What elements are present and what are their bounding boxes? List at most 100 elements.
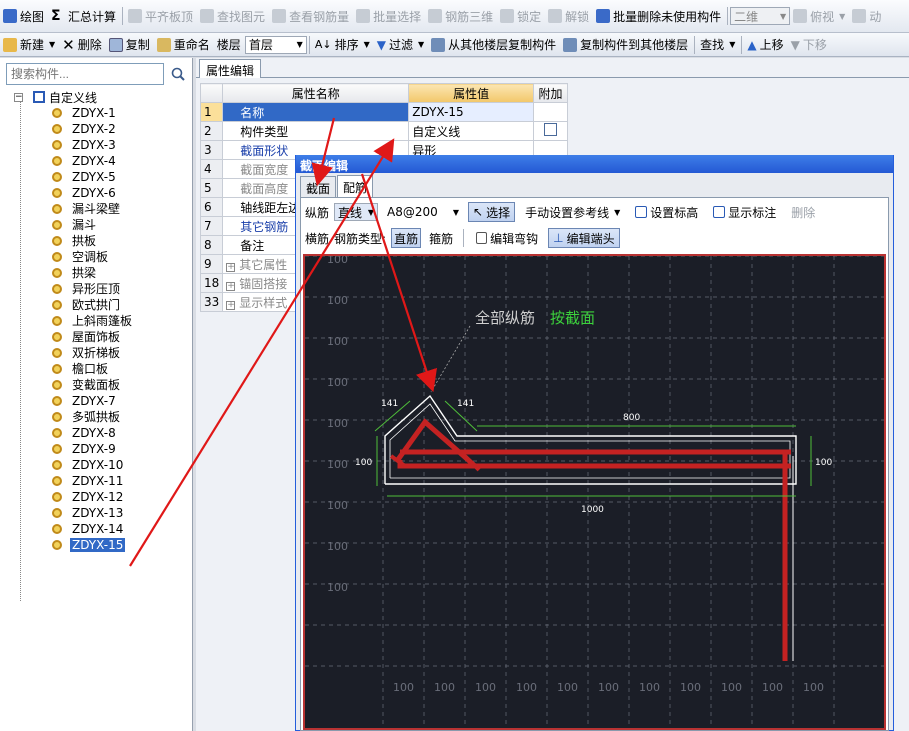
sort-button[interactable]: A↓ 排序 ▼ (312, 34, 374, 56)
rebar-spec-input[interactable]: A8@200 ▼ (383, 203, 463, 221)
tree-item[interactable]: ZDYX-13 (14, 505, 189, 521)
view-mode-select[interactable]: 二维 ▼ (730, 7, 791, 25)
section-drawing-canvas[interactable]: 100 100 100 100 100 100 100 100 100 100 100 100 100 1… (303, 254, 886, 730)
tree-root[interactable]: − 自定义线 (14, 89, 189, 105)
filter-button[interactable]: ▼ 过滤 ▼ (374, 34, 428, 56)
tree-item[interactable]: 双折梯板 (14, 345, 189, 361)
tree-item[interactable]: ZDYX-11 (14, 473, 189, 489)
unlock-button[interactable]: 解锁 (545, 5, 593, 27)
section-drawing: 100 100 100 100 100 100 100 100 100 100 100 100 100 1… (305, 256, 884, 728)
tree-item[interactable]: 漏斗梁壁 (14, 201, 189, 217)
expand-icon[interactable]: + (226, 262, 236, 272)
show-dimension-button[interactable]: 显示标注 (708, 202, 781, 222)
copy-to-floor-button[interactable]: 复制构件到其他楼层 (560, 34, 692, 56)
draw-button[interactable]: 绘图 (0, 5, 48, 27)
component-gear-icon (52, 492, 62, 502)
row-number: 2 (199, 121, 224, 141)
tree-item[interactable]: ZDYX-15 (14, 537, 189, 553)
grid-label-left: 100 (327, 335, 348, 348)
component-gear-icon (52, 252, 62, 262)
extra-checkbox[interactable] (544, 123, 558, 136)
tree-item[interactable]: 上斜雨篷板 (14, 313, 189, 329)
component-gear-icon (52, 332, 62, 342)
search-icon (171, 67, 185, 81)
pointer-icon: ↖ (473, 205, 484, 219)
lock-icon (500, 9, 515, 23)
tree-item[interactable]: ZDYX-7 (14, 393, 189, 409)
tree-item[interactable]: 檐口板 (14, 361, 189, 377)
find-button[interactable]: 查找 ▼ (697, 34, 739, 56)
select-button[interactable]: ↖ 选择 (468, 202, 516, 222)
custom-line-icon (33, 91, 45, 103)
dim-label-bottom: 1000 (581, 505, 604, 515)
property-value[interactable]: 自定义线 (408, 121, 535, 141)
delete-rebar-button[interactable]: 删除 (786, 202, 820, 222)
rebar-quantity-button[interactable]: 查看钢筋量 (269, 5, 353, 27)
delete-button[interactable]: ✕ 删除 (59, 34, 106, 56)
tree-item[interactable]: ZDYX-2 (14, 121, 189, 137)
search-input[interactable] (6, 63, 164, 85)
find-element-button[interactable]: 查找图元 (197, 5, 269, 27)
ref-line-button[interactable]: 手动设置参考线 ▼ (520, 202, 625, 222)
property-row[interactable]: 2 构件类型 自定义线 (199, 121, 568, 141)
sigma-button[interactable]: Σ 汇总计算 (48, 5, 120, 27)
tree-item[interactable]: ZDYX-12 (14, 489, 189, 505)
rebar-3d-button[interactable]: 钢筋三维 (425, 5, 497, 27)
edit-end-button[interactable]: ⊥ 编辑端头 (548, 228, 620, 248)
copy-from-floor-button[interactable]: 从其他楼层复制构件 (428, 34, 560, 56)
tab-section[interactable]: 截面 (300, 176, 337, 197)
tree-item[interactable]: ZDYX-8 (14, 425, 189, 441)
move-down-button[interactable]: ▼ 下移 (788, 34, 831, 56)
tree-item[interactable]: 异形压顶 (14, 281, 189, 297)
line-mode-select[interactable]: 直线 ▼ (334, 203, 379, 221)
property-extra[interactable] (533, 121, 568, 141)
floor-select[interactable]: 首层 ▼ (244, 35, 307, 54)
component-gear-icon (52, 236, 62, 246)
new-button[interactable]: 新建 ▼ (0, 34, 59, 56)
tree-item[interactable]: 欧式拱门 (14, 297, 189, 313)
batch-select-button[interactable]: 批量选择 (353, 5, 425, 27)
stirrup-button[interactable]: 箍筋 (426, 228, 456, 248)
tree-item[interactable]: 漏斗 (14, 217, 189, 233)
tree-item[interactable]: ZDYX-10 (14, 457, 189, 473)
batch-delete-button[interactable]: 批量删除未使用构件 (593, 5, 725, 27)
straight-rebar-button[interactable]: 直筋 (391, 228, 422, 248)
edit-hook-button[interactable]: 编辑弯钩 (471, 228, 543, 248)
tab-reinforcement[interactable]: 配筋 (337, 175, 374, 197)
orbit-button[interactable]: 动 (849, 5, 885, 27)
component-toolbar: 新建 ▼ ✕ 删除 复制 重命名 楼层 首层 ▼ A↓ 排序 ▼ ▼ 过滤 ▼ 从其他楼层复制… (0, 33, 909, 57)
align-top-button[interactable]: 平齐板顶 (125, 5, 197, 27)
component-gear-icon (52, 444, 62, 454)
tree-item[interactable]: 拱板 (14, 233, 189, 249)
main-toolbar: 绘图 Σ 汇总计算 平齐板顶 查找图元 查看钢筋量 批量选择 钢筋三维 锁定 解锁 批量删除未使用构… (0, 0, 909, 33)
tree-item[interactable]: ZDYX-9 (14, 441, 189, 457)
lock-button[interactable]: 锁定 (497, 5, 545, 27)
expand-icon[interactable]: + (226, 281, 236, 291)
row-number: 8 (199, 235, 224, 255)
move-up-button[interactable]: ▲ 上移 (744, 34, 787, 56)
copy-button[interactable]: 复制 (106, 34, 154, 56)
tree-item[interactable]: 变截面板 (14, 377, 189, 393)
tree-item[interactable]: 拱梁 (14, 265, 189, 281)
tree-item[interactable]: 空调板 (14, 249, 189, 265)
hook-icon (476, 232, 488, 244)
top-view-button[interactable]: 俯视 ▼ (790, 5, 849, 27)
tree-item[interactable]: ZDYX-5 (14, 169, 189, 185)
set-elevation-button[interactable]: 设置标高 (630, 202, 703, 222)
dim-label-left2: 141 (457, 399, 474, 409)
rename-button[interactable]: 重命名 (154, 34, 214, 56)
tree-item[interactable]: ZDYX-3 (14, 137, 189, 153)
tree-item[interactable]: ZDYX-14 (14, 521, 189, 537)
search-button[interactable] (167, 63, 189, 85)
tree-item[interactable]: ZDYX-6 (14, 185, 189, 201)
dimension-icon (713, 206, 726, 218)
collapse-icon[interactable]: − (14, 92, 23, 102)
tree-item[interactable]: 多弧拱板 (14, 409, 189, 425)
tree-item[interactable]: ZDYX-4 (14, 153, 189, 169)
tab-property-edit[interactable]: 属性编辑 (199, 59, 262, 78)
tree-item[interactable]: ZDYX-1 (14, 105, 189, 121)
property-row[interactable]: 1 名称 ZDYX-15 (199, 102, 568, 122)
tree-item[interactable]: 屋面饰板 (14, 329, 189, 345)
property-value[interactable]: ZDYX-15 (408, 102, 535, 122)
expand-icon[interactable]: + (226, 300, 236, 310)
